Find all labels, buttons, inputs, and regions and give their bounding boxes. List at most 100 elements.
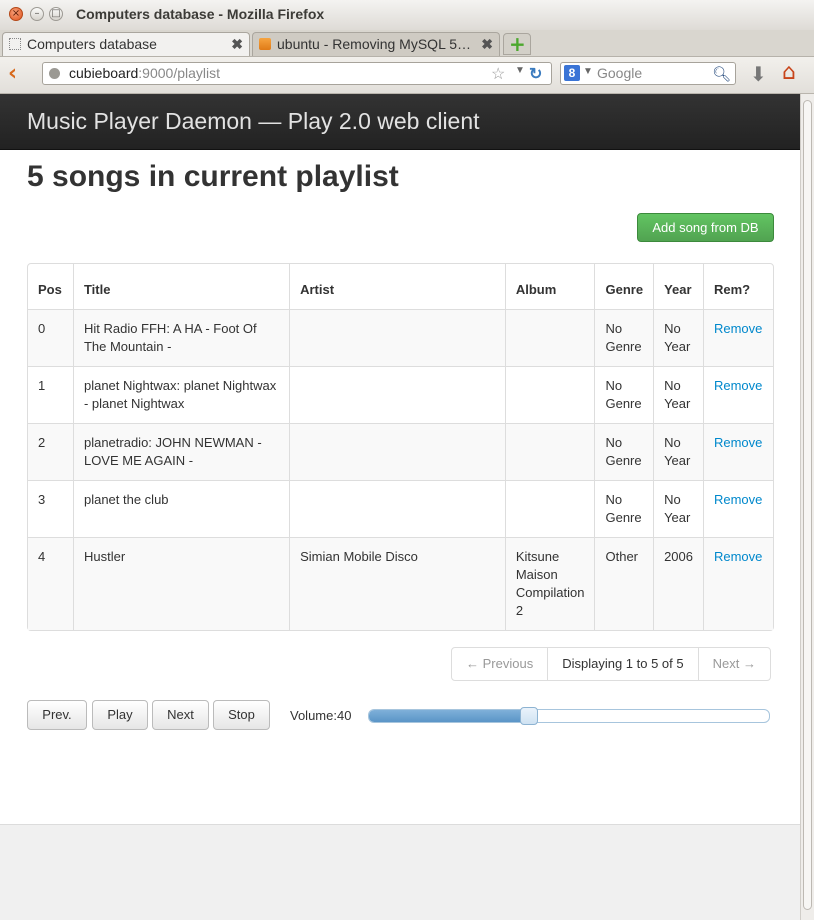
cell-year: 2006 xyxy=(653,537,703,630)
url-bar[interactable]: cubieboard:9000/playlist ☆ ▼ ↻ xyxy=(42,62,552,85)
table-row: 0 Hit Radio FFH: A HA - Foot Of The Moun… xyxy=(28,309,773,366)
tab-ubuntu-removing-mysql[interactable]: ubuntu - Removing MySQL 5… ✖ xyxy=(252,32,500,56)
tab-label: Computers database xyxy=(27,36,157,52)
remove-link[interactable]: Remove xyxy=(702,537,773,630)
tab-label: ubuntu - Removing MySQL 5… xyxy=(277,36,472,52)
window-minimize-button[interactable]: – xyxy=(30,7,44,21)
page-title: 5 songs in current playlist xyxy=(27,160,399,193)
remove-link[interactable]: Remove xyxy=(702,309,773,366)
volume-slider[interactable] xyxy=(368,707,770,725)
stackexchange-favicon-icon xyxy=(259,38,271,50)
cell-pos: 2 xyxy=(28,423,73,480)
column-header-remove: Rem? xyxy=(702,264,773,309)
remove-link[interactable]: Remove xyxy=(702,366,773,423)
window-titlebar: × – □ Computers database - Mozilla Firef… xyxy=(0,0,814,31)
add-song-from-db-button[interactable]: Add song from DB xyxy=(637,213,774,242)
site-identity-icon[interactable] xyxy=(49,68,60,79)
pagination-previous[interactable]: ← Previous xyxy=(452,648,547,680)
stop-button[interactable]: Stop xyxy=(213,700,270,730)
column-header-title[interactable]: Title xyxy=(72,264,289,309)
scrollbar-thumb[interactable] xyxy=(803,100,812,910)
download-arrow-icon[interactable]: ⬇ xyxy=(750,62,767,86)
cell-album: Kitsune Maison Compilation 2 xyxy=(504,537,595,630)
cell-pos: 4 xyxy=(28,537,73,630)
next-track-button[interactable]: Next xyxy=(152,700,209,730)
volume-slider-handle[interactable] xyxy=(520,707,538,725)
pagination: ← Previous Displaying 1 to 5 of 5 Next → xyxy=(451,647,771,681)
window-maximize-button[interactable]: □ xyxy=(49,7,63,21)
pagination-info: Displaying 1 to 5 of 5 xyxy=(547,648,697,680)
cell-title: planet Nightwax: planet Nightwax - plane… xyxy=(72,366,290,423)
cell-album xyxy=(504,423,595,480)
cell-genre: No Genre xyxy=(594,423,654,480)
tab-close-icon[interactable]: ✖ xyxy=(231,36,243,53)
volume-slider-fill xyxy=(369,710,529,722)
search-magnifier-icon[interactable]: 🔍︎ xyxy=(712,65,731,83)
volume-label: Volume:40 xyxy=(290,708,352,723)
cell-artist xyxy=(289,480,505,537)
cell-title: Hit Radio FFH: A HA - Foot Of The Mounta… xyxy=(72,309,290,366)
pagination-next[interactable]: Next → xyxy=(697,648,770,680)
column-header-artist[interactable]: Artist xyxy=(289,264,505,309)
remove-link[interactable]: Remove xyxy=(702,480,773,537)
table-row: 1 planet Nightwax: planet Nightwax - pla… xyxy=(28,366,773,423)
cell-album xyxy=(504,366,595,423)
cell-genre: No Genre xyxy=(594,480,654,537)
home-icon[interactable]: ⌂ xyxy=(782,60,796,85)
tab-computers-database[interactable]: Computers database ✖ xyxy=(2,32,250,56)
cell-genre: No Genre xyxy=(594,309,654,366)
vertical-scrollbar[interactable] xyxy=(800,94,814,920)
cell-year: No Year xyxy=(653,480,703,537)
column-header-pos[interactable]: Pos xyxy=(28,264,73,309)
cell-genre: Other xyxy=(594,537,654,630)
window-close-button[interactable]: × xyxy=(9,7,23,21)
search-input[interactable]: Google xyxy=(597,65,642,81)
cell-year: No Year xyxy=(653,423,703,480)
table-row: 2 planetradio: JOHN NEWMAN - LOVE ME AGA… xyxy=(28,423,773,480)
back-arrow-icon[interactable]: ‹ xyxy=(8,63,17,85)
prev-track-button[interactable]: Prev. xyxy=(27,700,87,730)
url-path: :9000/playlist xyxy=(138,65,220,81)
column-header-album[interactable]: Album xyxy=(504,264,595,309)
cell-pos: 0 xyxy=(28,309,73,366)
url-text: cubieboard:9000/playlist xyxy=(69,65,220,81)
cell-title: planet the club xyxy=(72,480,290,537)
tab-close-icon[interactable]: ✖ xyxy=(481,36,493,53)
page-viewport: Music Player Daemon — Play 2.0 web clien… xyxy=(0,94,800,920)
cell-artist xyxy=(289,423,505,480)
play-button[interactable]: Play xyxy=(92,700,148,730)
app-topbar: Music Player Daemon — Play 2.0 web clien… xyxy=(0,94,800,150)
new-tab-button[interactable]: + xyxy=(503,33,531,55)
cell-title: planetradio: JOHN NEWMAN - LOVE ME AGAIN… xyxy=(72,423,290,480)
remove-link[interactable]: Remove xyxy=(702,423,773,480)
column-header-year[interactable]: Year xyxy=(653,264,703,309)
cell-title: Hustler xyxy=(72,537,290,630)
cell-artist xyxy=(289,309,505,366)
search-bar[interactable]: 8 ▼ Google 🔍︎ xyxy=(560,62,736,85)
cell-genre: No Genre xyxy=(594,366,654,423)
playlist-table: Pos Title Artist Album Genre Year Rem? 0… xyxy=(27,263,774,631)
tab-strip: Computers database ✖ ubuntu - Removing M… xyxy=(0,30,814,57)
page-footer xyxy=(0,824,800,920)
table-header-row: Pos Title Artist Album Genre Year Rem? xyxy=(28,264,773,309)
cell-pos: 1 xyxy=(28,366,73,423)
table-row: 3 planet the club No Genre No Year Remov… xyxy=(28,480,773,537)
window-title: Computers database - Mozilla Firefox xyxy=(76,6,325,22)
table-row: 4 Hustler Simian Mobile Disco Kitsune Ma… xyxy=(28,537,773,630)
navigation-toolbar: ‹ cubieboard:9000/playlist ☆ ▼ ↻ 8 ▼ Goo… xyxy=(0,57,814,94)
reload-icon[interactable]: ↻ xyxy=(529,64,542,84)
cell-album xyxy=(504,309,595,366)
column-header-genre[interactable]: Genre xyxy=(594,264,653,309)
cell-artist: Simian Mobile Disco xyxy=(289,537,505,630)
app-brand[interactable]: Music Player Daemon — Play 2.0 web clien… xyxy=(27,108,480,135)
url-history-dropdown-icon[interactable]: ▼ xyxy=(515,65,525,76)
bookmark-star-icon[interactable]: ☆ xyxy=(491,64,505,84)
cell-artist xyxy=(289,366,505,423)
blank-page-icon xyxy=(9,38,21,50)
cell-album xyxy=(504,480,595,537)
plus-icon: + xyxy=(509,32,526,56)
cell-pos: 3 xyxy=(28,480,73,537)
cell-year: No Year xyxy=(653,366,703,423)
search-engine-icon[interactable]: 8 xyxy=(564,65,580,81)
search-engine-dropdown-icon[interactable]: ▼ xyxy=(583,66,593,77)
